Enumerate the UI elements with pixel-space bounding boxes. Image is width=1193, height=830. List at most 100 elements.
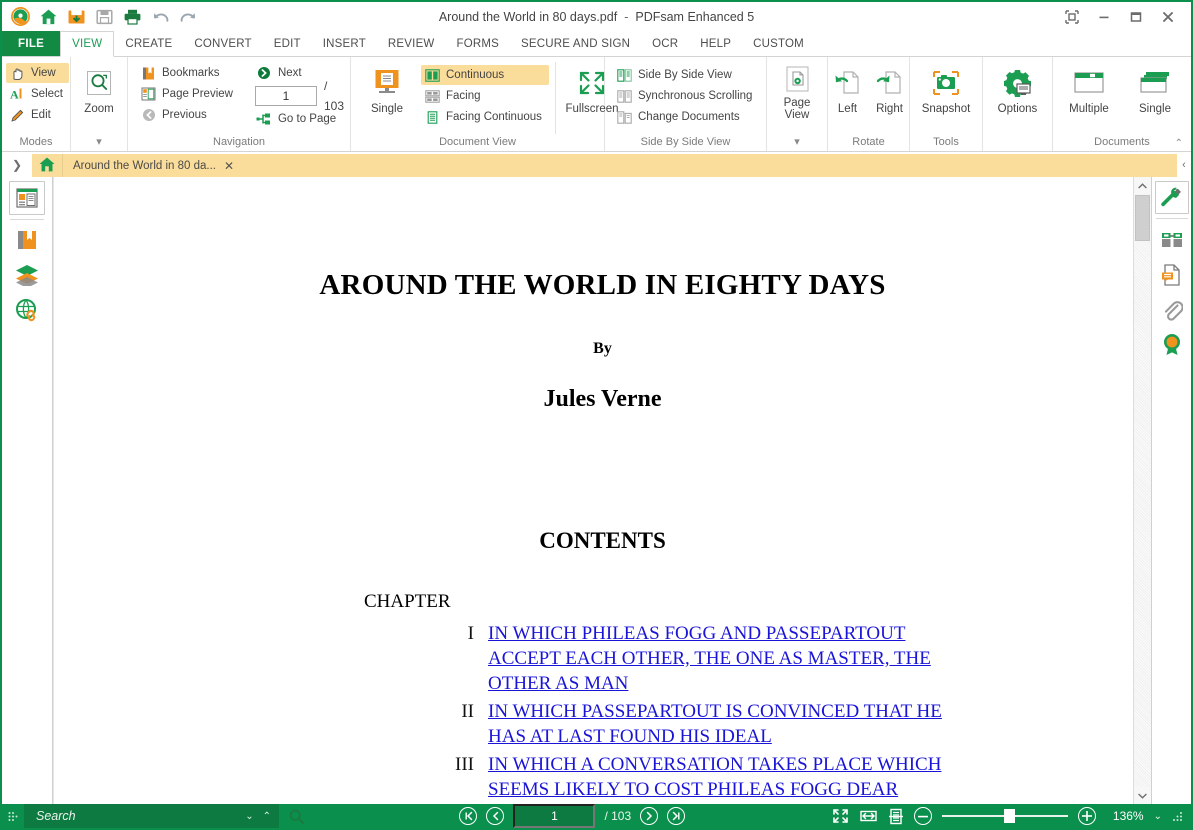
ribbon-tab-ocr[interactable]: OCR: [641, 31, 689, 56]
zoom-in-button[interactable]: [1078, 807, 1096, 825]
ribbon-tab-custom[interactable]: CUSTOM: [742, 31, 815, 56]
ribbon-tab-file[interactable]: FILE: [2, 31, 60, 56]
fit-page-icon[interactable]: [832, 808, 849, 824]
ribbon-tab-create[interactable]: CREATE: [114, 31, 183, 56]
documents-multiple-button[interactable]: Multiple: [1059, 62, 1119, 116]
bookmarks-button[interactable]: Bookmarks: [137, 63, 239, 83]
window-title-separator: -: [617, 10, 635, 24]
ribbon-tab-insert[interactable]: INSERT: [312, 31, 377, 56]
page-view-label-line2: View: [785, 109, 810, 121]
mode-view-button[interactable]: View: [6, 63, 69, 83]
panel-item-comments[interactable]: [1156, 259, 1188, 290]
mode-select-button[interactable]: A Select: [6, 84, 69, 104]
last-page-button[interactable]: [667, 807, 685, 825]
home-icon[interactable]: [36, 5, 61, 29]
document-viewer[interactable]: AROUND THE WORLD IN EIGHTY DAYS By Jules…: [53, 177, 1152, 804]
minimize-icon[interactable]: [1089, 5, 1119, 29]
sidebar-item-links[interactable]: [10, 294, 44, 326]
print-icon[interactable]: [120, 5, 145, 29]
app-logo-icon[interactable]: [8, 5, 33, 29]
zoom-expander-icon[interactable]: ▾: [96, 136, 102, 148]
save-as-icon[interactable]: [64, 5, 89, 29]
redo-icon[interactable]: [176, 5, 201, 29]
zoom-slider[interactable]: [942, 815, 1068, 817]
ribbon-tab-forms[interactable]: FORMS: [446, 31, 511, 56]
status-page-number-input[interactable]: [513, 804, 595, 828]
previous-page-button[interactable]: [486, 807, 504, 825]
document-tab-close-icon[interactable]: ✕: [224, 160, 234, 172]
ribbon-collapse-icon[interactable]: ⌃: [1175, 135, 1183, 152]
zoom-dropdown-icon[interactable]: ⌄: [1154, 811, 1162, 822]
zoom-slider-thumb[interactable]: [1004, 809, 1015, 823]
zoom-out-button[interactable]: [914, 807, 932, 825]
panel-item-signatures[interactable]: [1156, 329, 1188, 360]
search-next-icon[interactable]: ⌄: [243, 811, 255, 822]
ribbon-tab-convert[interactable]: CONVERT: [183, 31, 262, 56]
ribbon-group-page-view: Page View ▾: [767, 57, 828, 151]
ribbon-tab-view[interactable]: VIEW: [60, 31, 114, 57]
scrollbar-thumb[interactable]: [1135, 195, 1150, 241]
restore-down-icon[interactable]: [1057, 5, 1087, 29]
documents-single-button[interactable]: Single: [1125, 62, 1185, 116]
snapshot-button[interactable]: Snapshot: [916, 62, 976, 116]
fit-width-icon[interactable]: [859, 808, 878, 824]
page-preview-icon: [140, 86, 157, 102]
tabstrip-overflow-left-icon[interactable]: ❯: [2, 152, 32, 177]
left-panel-divider: [10, 219, 44, 220]
sidebar-item-layers[interactable]: [10, 259, 44, 291]
ribbon-tab-edit[interactable]: EDIT: [263, 31, 312, 56]
change-documents-button[interactable]: Change Documents: [613, 107, 758, 127]
panel-item-tools[interactable]: [1155, 181, 1189, 214]
options-button[interactable]: Options: [988, 62, 1048, 116]
mode-edit-button[interactable]: Edit: [6, 105, 69, 125]
zoom-button[interactable]: Zoom: [69, 62, 129, 116]
toc-entry-link[interactable]: IN WHICH A CONVERSATION TAKES PLACE WHIC…: [488, 752, 970, 802]
view-single-button[interactable]: Single: [357, 62, 417, 116]
tabstrip-overflow-right-icon[interactable]: ‹: [1177, 152, 1191, 177]
toc-entry-link[interactable]: IN WHICH PHILEAS FOGG AND PASSEPARTOUT A…: [488, 621, 970, 696]
search-icon[interactable]: [279, 809, 313, 824]
sidebar-item-bookmarks[interactable]: [10, 224, 44, 256]
ribbon-tab-review[interactable]: REVIEW: [377, 31, 446, 56]
snapshot-label: Snapshot: [922, 103, 971, 116]
view-facing-continuous-button[interactable]: Facing Continuous: [421, 107, 549, 127]
ribbon-tab-help[interactable]: HELP: [689, 31, 742, 56]
next-page-button[interactable]: [640, 807, 658, 825]
panel-item-attachments[interactable]: [1156, 294, 1188, 325]
home-tab-button[interactable]: [32, 154, 62, 177]
previous-button[interactable]: Previous: [137, 105, 239, 125]
go-to-page-button[interactable]: Go to Page: [253, 109, 344, 129]
page-preview-button[interactable]: Page Preview: [137, 84, 239, 104]
rotate-left-button[interactable]: Left: [827, 62, 869, 116]
synchronous-scrolling-button[interactable]: Synchronous Scrolling: [613, 86, 758, 106]
page-view-button[interactable]: Page View: [767, 62, 827, 121]
first-page-button[interactable]: [459, 807, 477, 825]
side-by-side-view-button[interactable]: Side By Side View: [613, 65, 758, 85]
ribbon-page-number-input[interactable]: [255, 86, 317, 106]
search-box[interactable]: Search ⌄ ⌃: [24, 804, 279, 828]
undo-icon[interactable]: [148, 5, 173, 29]
document-tab[interactable]: Around the World in 80 da... ✕: [62, 154, 242, 177]
ribbon-tab-secure-and-sign[interactable]: SECURE AND SIGN: [510, 31, 641, 56]
fit-visible-icon[interactable]: [888, 808, 904, 825]
rotate-right-button[interactable]: Right: [869, 62, 911, 116]
sidebar-item-page-preview[interactable]: [9, 181, 45, 215]
search-input[interactable]: Search: [36, 809, 238, 823]
save-icon[interactable]: [92, 5, 117, 29]
toc-entry-number: II: [444, 699, 488, 724]
view-continuous-button[interactable]: Continuous: [421, 65, 549, 85]
page-view-expander-icon[interactable]: ▾: [794, 136, 800, 148]
panel-item-compare[interactable]: [1156, 224, 1188, 255]
ribbon-group-tools: Snapshot Tools: [910, 57, 983, 151]
scroll-up-arrow-icon[interactable]: [1134, 177, 1151, 194]
view-facing-button[interactable]: Facing: [421, 86, 549, 106]
bookmarks-label: Bookmarks: [162, 67, 220, 79]
zoom-slider-track[interactable]: [942, 815, 1068, 817]
toc-entry-link[interactable]: IN WHICH PASSEPARTOUT IS CONVINCED THAT …: [488, 699, 970, 749]
vertical-scrollbar[interactable]: [1133, 177, 1151, 804]
pdf-page: AROUND THE WORLD IN EIGHTY DAYS By Jules…: [54, 177, 1151, 804]
search-prev-icon[interactable]: ⌃: [261, 811, 273, 822]
close-icon[interactable]: [1153, 5, 1183, 29]
maximize-icon[interactable]: [1121, 5, 1151, 29]
scroll-down-arrow-icon[interactable]: [1134, 787, 1151, 804]
